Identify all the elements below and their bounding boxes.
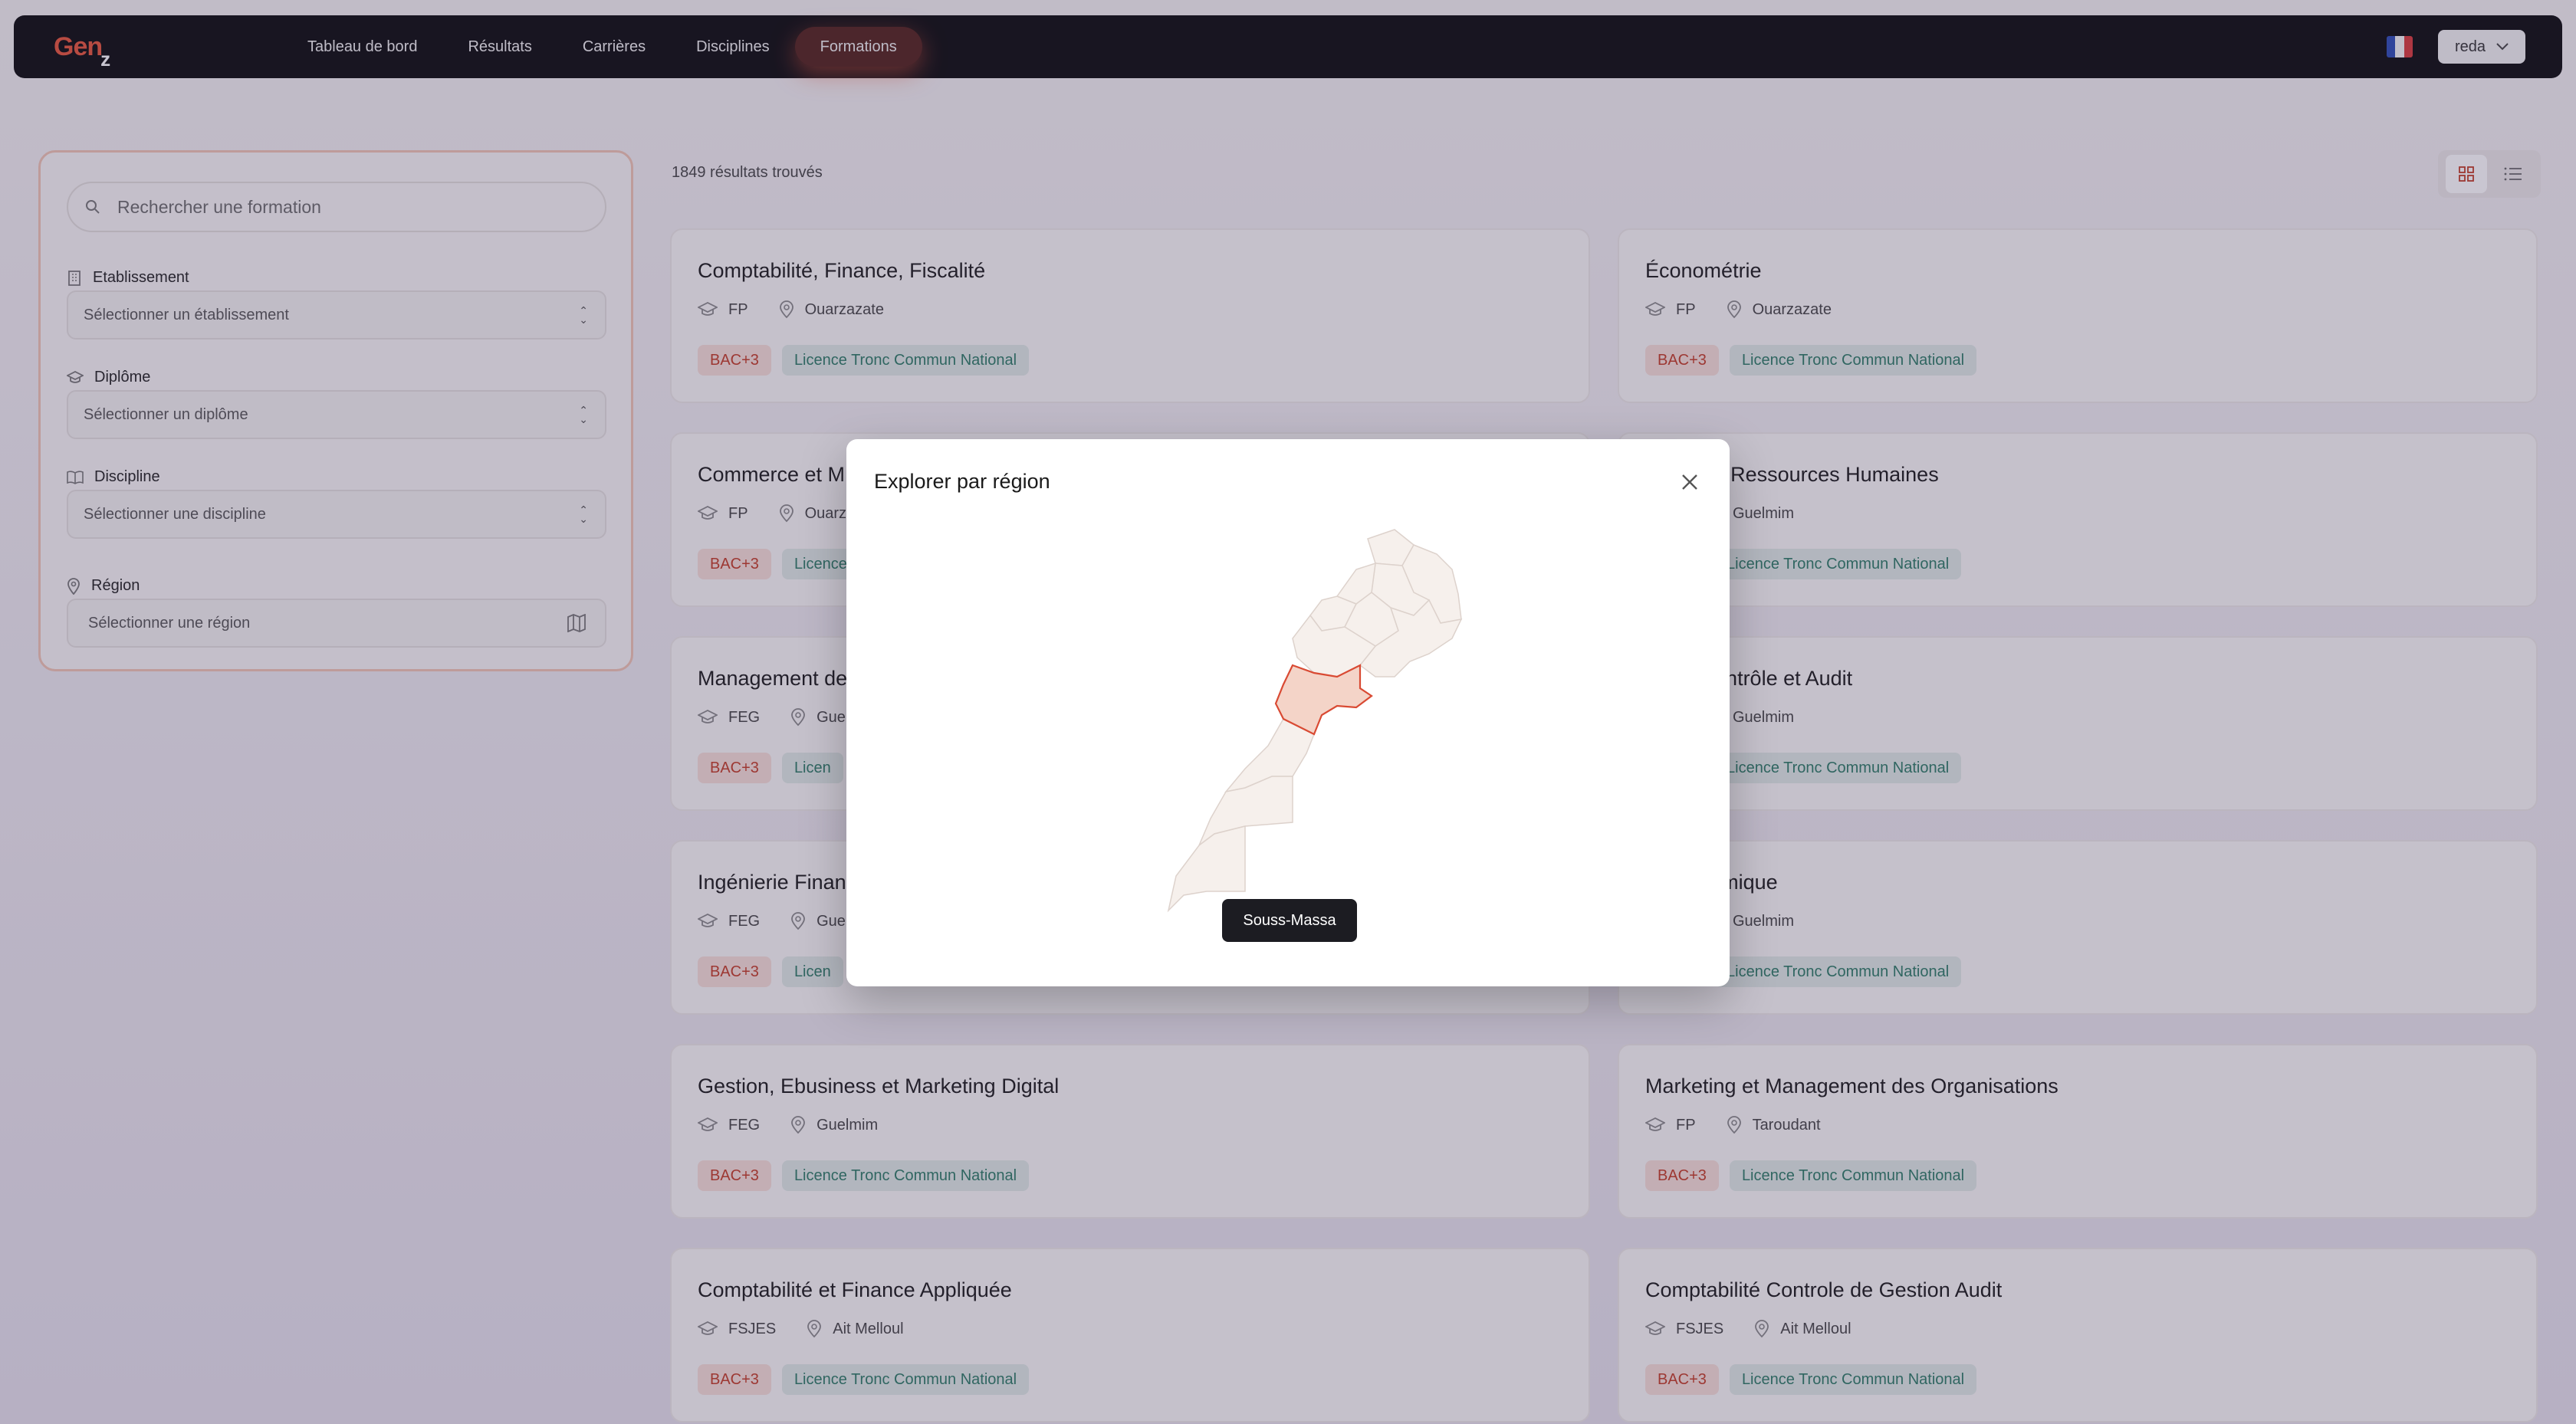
morocco-region-map: [1167, 529, 1463, 913]
region-modal: Explorer par région Souss-Massa: [846, 439, 1730, 986]
modal-title: Explorer par région: [874, 470, 1050, 493]
region-tooltip: Souss-Massa: [1222, 899, 1357, 942]
close-icon[interactable]: [1677, 470, 1702, 494]
